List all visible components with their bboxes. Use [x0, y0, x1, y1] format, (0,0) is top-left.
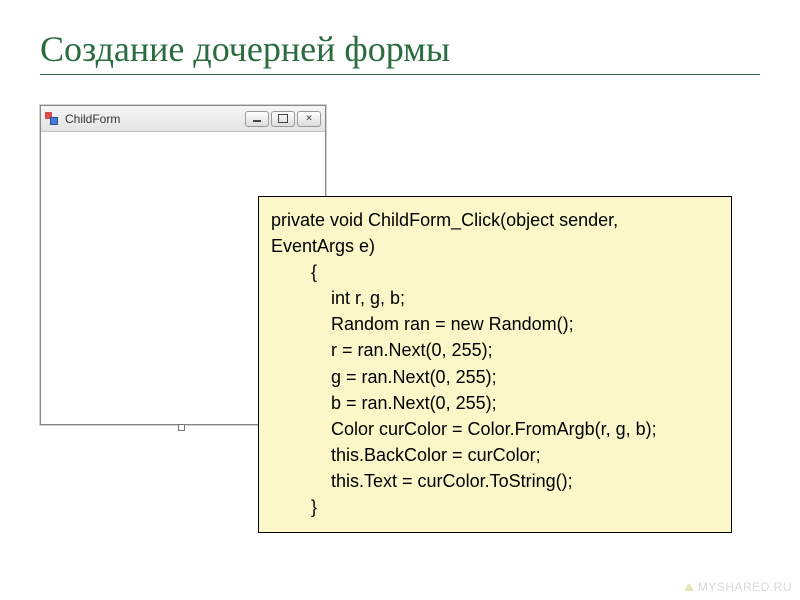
slide-watermark: MYSHARED.RU [684, 580, 792, 594]
maximize-button[interactable] [271, 111, 295, 127]
form-resize-handle-icon [178, 424, 185, 431]
window-titlebar: ChildForm [41, 106, 325, 132]
window-control-buttons [245, 111, 321, 127]
watermark-text: MYSHARED.RU [698, 580, 792, 594]
minimize-button[interactable] [245, 111, 269, 127]
watermark-play-icon [684, 583, 694, 591]
form-app-icon [45, 112, 59, 126]
close-button[interactable] [297, 111, 321, 127]
window-title-text: ChildForm [65, 112, 245, 126]
slide-title: Создание дочерней формы [40, 28, 760, 70]
title-underline [40, 74, 760, 75]
presentation-slide: Создание дочерней формы ChildForm privat… [0, 0, 800, 600]
code-snippet-box: private void ChildForm_Click(object send… [258, 196, 732, 533]
